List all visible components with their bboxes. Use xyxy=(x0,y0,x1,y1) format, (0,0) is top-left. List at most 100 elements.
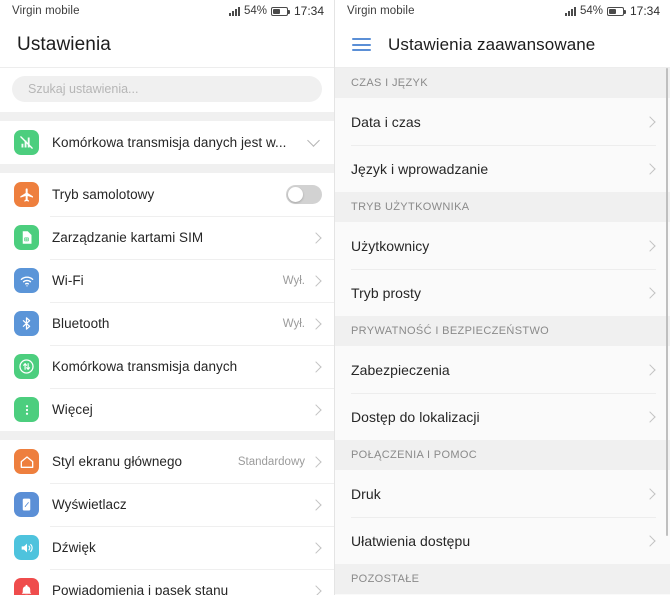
section-header: POŁĄCZENIA I POMOC xyxy=(335,440,670,470)
list-item-notifications[interactable]: Powiadomienia i pasek stanu xyxy=(0,569,334,595)
battery-percent-label: 54% xyxy=(579,5,603,17)
more-dots-icon xyxy=(14,397,39,422)
list-item-sim-management[interactable]: Zarządzanie kartami SIM xyxy=(0,216,334,259)
list-item-more[interactable]: Więcej xyxy=(0,388,334,431)
group-separator xyxy=(0,164,334,173)
sim-card-icon xyxy=(14,225,39,250)
group-separator xyxy=(0,431,334,440)
signal-bars-icon xyxy=(228,6,240,16)
list-item[interactable]: Druk xyxy=(335,470,670,517)
section-header-label: CZAS I JĘZYK xyxy=(351,77,428,89)
page-title: Ustawienia xyxy=(17,33,111,55)
mobile-data-off-icon xyxy=(14,130,39,155)
status-bar-right: Virgin mobile 54% 17:34 xyxy=(335,0,670,22)
left-header: Ustawienia xyxy=(0,22,334,68)
home-screen-icon xyxy=(14,449,39,474)
battery-percent-label: 54% xyxy=(243,5,267,17)
list-item-label: Język i wprowadzanie xyxy=(351,160,489,177)
right-screen-advanced-settings: Virgin mobile 54% 17:34 Ustawienia zaawa… xyxy=(335,0,670,595)
list-item-value: Wył. xyxy=(282,317,305,330)
list-item-label: Styl ekranu głównego xyxy=(52,454,183,469)
list-item[interactable]: Komórkowa transmisja danych jest w... xyxy=(0,121,334,164)
section-header: TRYB UŻYTKOWNIKA xyxy=(335,192,670,222)
battery-icon xyxy=(606,6,626,16)
list-item[interactable]: Tryb prosty xyxy=(335,269,670,316)
list-item-wifi[interactable]: Wi-Fi Wył. xyxy=(0,259,334,302)
list-item-label: Wyświetlacz xyxy=(52,497,127,512)
list-item-label: Data i czas xyxy=(351,113,421,130)
list-item[interactable]: Użytkownicy xyxy=(335,222,670,269)
chevron-right-icon xyxy=(644,162,656,175)
list-item-label: Użytkownicy xyxy=(351,237,430,254)
list-item-label: Komórkowa transmisja danych xyxy=(52,359,238,374)
chevron-right-icon xyxy=(310,274,322,287)
list-item-bluetooth[interactable]: Bluetooth Wył. xyxy=(0,302,334,345)
list-item-label: Wi-Fi xyxy=(52,273,84,288)
list-item-label: Komórkowa transmisja danych jest w... xyxy=(52,135,287,150)
chevron-right-icon xyxy=(310,584,322,595)
right-header: Ustawienia zaawansowane xyxy=(335,22,670,68)
data-transfer-icon xyxy=(14,354,39,379)
section-header-label: PRYWATNOŚĆ I BEZPIECZEŃSTWO xyxy=(351,325,550,337)
chevron-right-icon xyxy=(310,455,322,468)
status-bar-left: Virgin mobile 54% 17:34 xyxy=(0,0,334,22)
chevron-right-icon xyxy=(310,360,322,373)
chevron-right-icon xyxy=(644,410,656,423)
list-item-display[interactable]: Wyświetlacz xyxy=(0,483,334,526)
chevron-right-icon xyxy=(310,403,322,416)
settings-group-1: Komórkowa transmisja danych jest w... xyxy=(0,121,334,164)
section-header-label: POŁĄCZENIA I POMOC xyxy=(351,449,478,461)
sound-icon xyxy=(14,535,39,560)
battery-icon xyxy=(270,6,290,16)
list-item-airplane-mode[interactable]: Tryb samolotowy xyxy=(0,173,334,216)
notification-bell-icon xyxy=(14,578,39,595)
search-placeholder: Szukaj ustawienia... xyxy=(28,82,139,96)
vertical-scrollbar[interactable] xyxy=(665,68,668,536)
list-item-label: Zabezpieczenia xyxy=(351,361,450,378)
wifi-icon xyxy=(14,268,39,293)
list-item-mobile-data[interactable]: Komórkowa transmisja danych xyxy=(0,345,334,388)
hamburger-menu-icon[interactable] xyxy=(352,38,371,51)
list-item-label: Powiadomienia i pasek stanu xyxy=(52,583,229,595)
dual-screenshot-container: Virgin mobile 54% 17:34 Ustawienia Szuka… xyxy=(0,0,670,595)
chevron-right-icon xyxy=(644,534,656,547)
list-item-label: Więcej xyxy=(52,402,93,417)
list-item-label: Tryb prosty xyxy=(351,284,422,301)
list-item[interactable]: Data i czas xyxy=(335,98,670,145)
section-header: POZOSTAŁE xyxy=(335,564,670,594)
settings-group-2: Tryb samolotowy Zarządzanie kartami SIM … xyxy=(0,173,334,431)
chevron-right-icon xyxy=(644,487,656,500)
clock-label: 17:34 xyxy=(293,4,324,18)
carrier-label: Virgin mobile xyxy=(347,5,415,17)
list-item[interactable]: Dostęp do lokalizacji xyxy=(335,393,670,440)
chevron-down-icon[interactable] xyxy=(307,134,320,147)
search-input[interactable]: Szukaj ustawienia... xyxy=(12,76,322,102)
section-header-label: TRYB UŻYTKOWNIKA xyxy=(351,201,470,213)
list-item-label: Tryb samolotowy xyxy=(52,187,155,202)
list-item-sound[interactable]: Dźwięk xyxy=(0,526,334,569)
left-screen-settings: Virgin mobile 54% 17:34 Ustawienia Szuka… xyxy=(0,0,335,595)
chevron-right-icon xyxy=(644,286,656,299)
settings-group-3: Styl ekranu głównego Standardowy Wyświet… xyxy=(0,440,334,595)
chevron-right-icon xyxy=(644,239,656,252)
list-item[interactable]: Zabezpieczenia xyxy=(335,346,670,393)
list-item-home-screen-style[interactable]: Styl ekranu głównego Standardowy xyxy=(0,440,334,483)
chevron-right-icon xyxy=(644,363,656,376)
list-item[interactable]: Ułatwienia dostępu xyxy=(335,517,670,564)
bluetooth-icon xyxy=(14,311,39,336)
page-title: Ustawienia zaawansowane xyxy=(388,34,596,54)
search-area: Szukaj ustawienia... xyxy=(0,68,334,112)
carrier-label: Virgin mobile xyxy=(12,5,80,17)
chevron-right-icon xyxy=(310,231,322,244)
list-item-value: Standardowy xyxy=(237,455,305,468)
list-item-label: Dźwięk xyxy=(52,540,96,555)
list-item[interactable]: Język i wprowadzanie xyxy=(335,145,670,192)
list-item-value: Wył. xyxy=(282,274,305,287)
chevron-right-icon xyxy=(310,541,322,554)
group-separator xyxy=(0,112,334,121)
status-indicators: 54% 17:34 xyxy=(564,4,660,18)
airplane-mode-toggle[interactable] xyxy=(286,185,322,204)
status-indicators: 54% 17:34 xyxy=(228,4,324,18)
list-item-label: Bluetooth xyxy=(52,316,110,331)
chevron-right-icon xyxy=(644,115,656,128)
